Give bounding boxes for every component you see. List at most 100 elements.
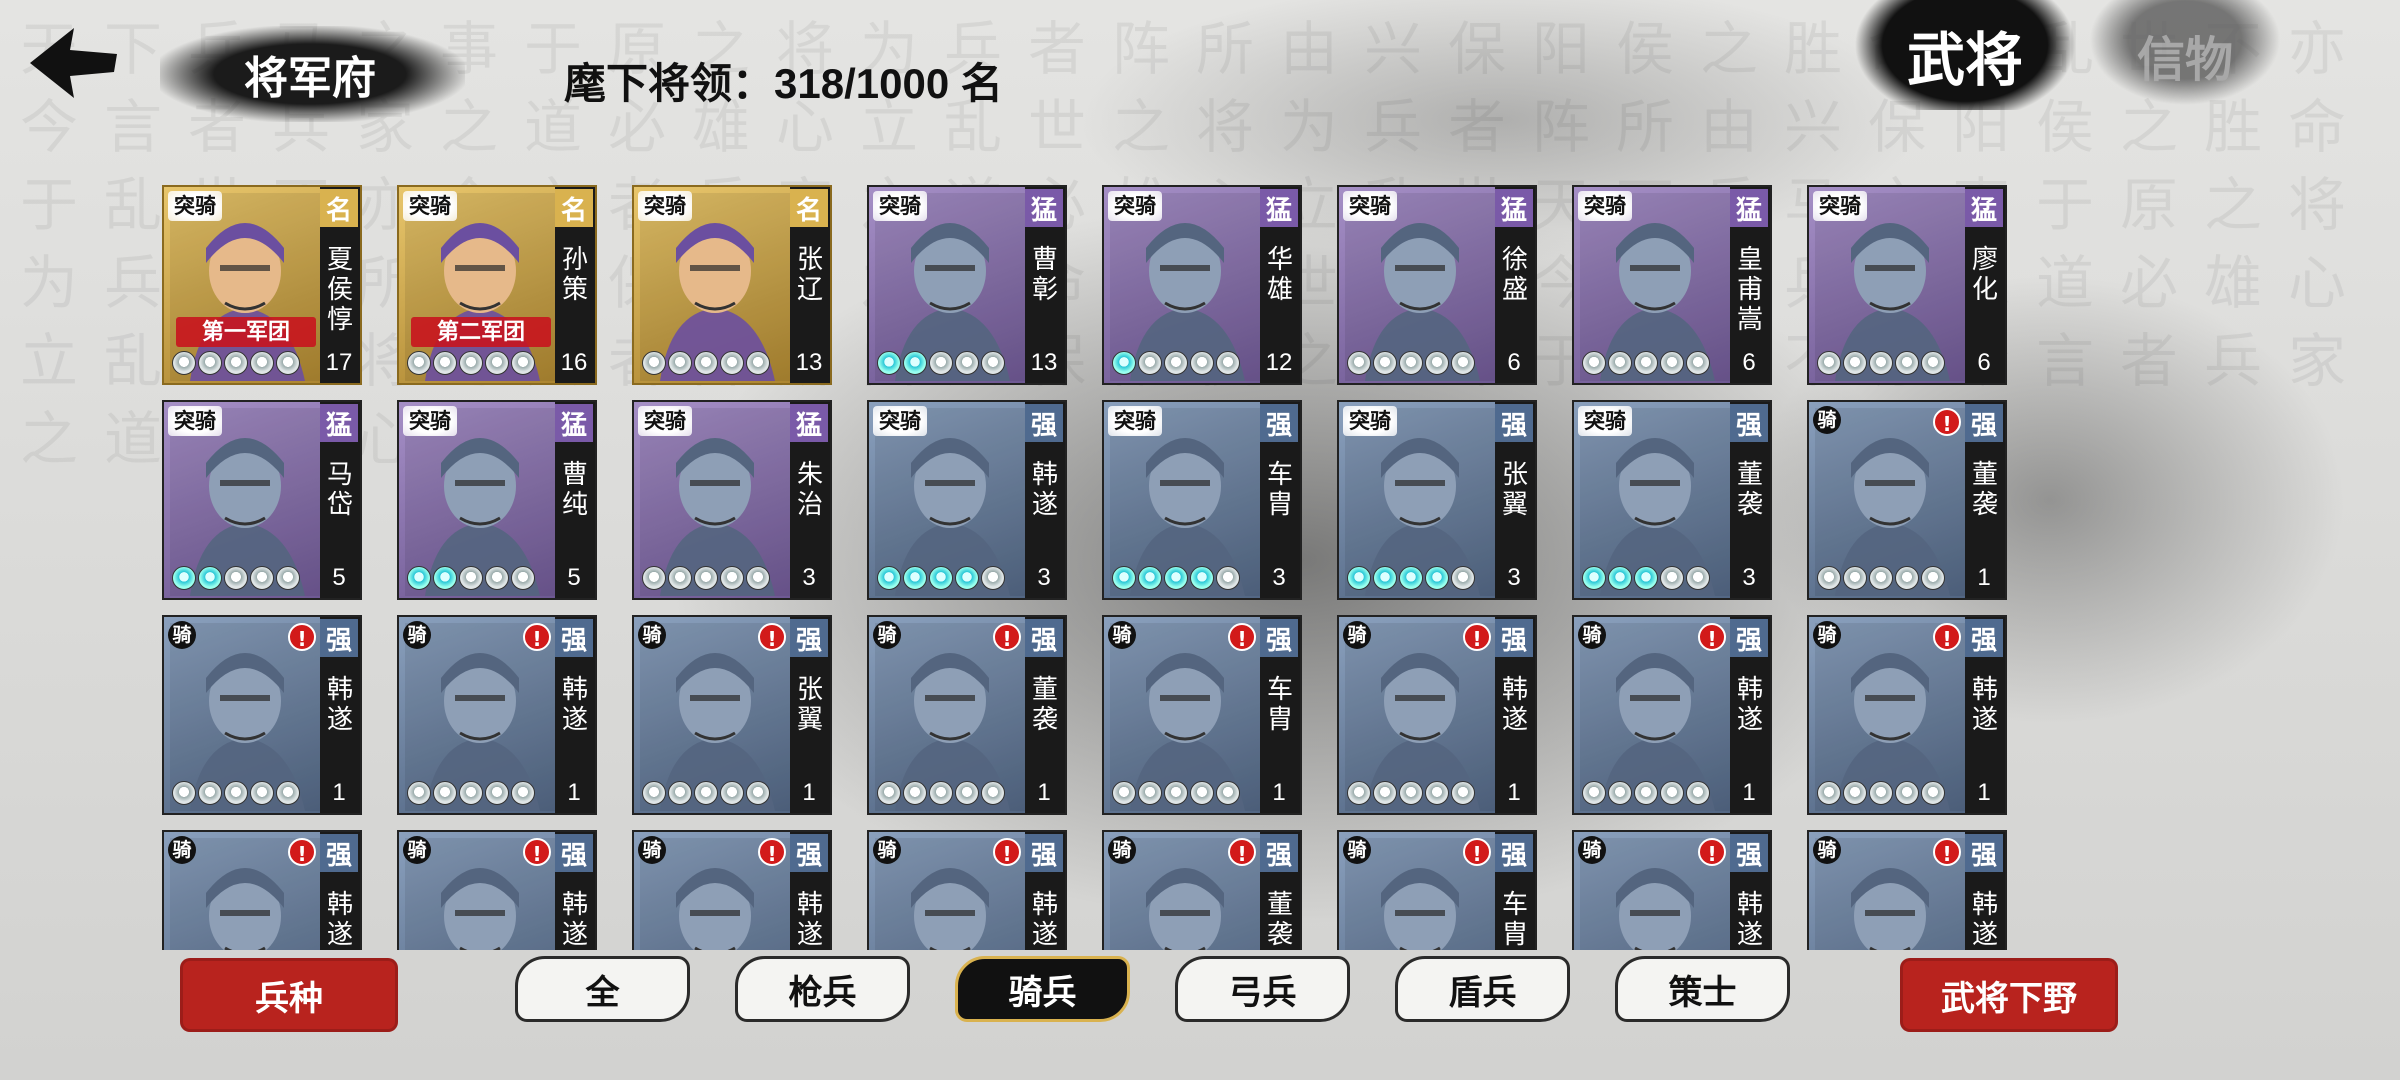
star-dot-icon [1634,566,1658,590]
general-card[interactable]: 强张翼 1 骑! [632,615,832,815]
star-dot-icon [877,566,901,590]
star-dot-icon [1843,566,1867,590]
star-row [172,566,300,590]
star-row [172,781,300,805]
general-card[interactable]: 强董袭 1 骑! [1807,400,2007,600]
star-dot-icon [1138,566,1162,590]
star-row [1112,351,1240,375]
general-card[interactable]: 强董袭 3 突骑 [1572,400,1772,600]
tier-badge: 猛 [790,404,828,442]
tier-badge: 猛 [320,404,358,442]
tier-badge: 强 [320,619,358,657]
alert-icon: ! [1933,838,1961,866]
general-card[interactable]: 猛曹纯 5 突骑 [397,400,597,600]
star-dot-icon [276,351,300,375]
star-dot-icon [459,566,483,590]
general-level: 1 [332,779,346,806]
filter-spear[interactable]: 枪兵 [735,956,910,1022]
general-level: 1 [1037,779,1051,806]
alert-icon: ! [758,838,786,866]
general-level: 1 [1977,564,1991,591]
general-card[interactable]: 强韩遂 1 骑! [397,615,597,815]
general-card[interactable]: 猛徐盛 6 突骑 [1337,185,1537,385]
general-name: 韩遂 [326,675,353,735]
general-card[interactable]: 强张翼 3 突骑 [1337,400,1537,600]
star-dot-icon [1347,781,1371,805]
general-card[interactable]: 猛曹彰 13 突骑 [867,185,1067,385]
general-name: 董袭 [1031,675,1058,735]
general-card[interactable]: 强车胄 1 骑! [1102,615,1302,815]
star-dot-icon [1686,351,1710,375]
unit-type-badge: 骑 [1813,836,1841,864]
filter-cavalry[interactable]: 骑兵 [955,956,1130,1022]
tab-tokens[interactable]: 信物 [2085,0,2285,110]
star-dot-icon [433,566,457,590]
general-card[interactable]: 强韩遂 骑! [162,830,362,950]
star-dot-icon [981,351,1005,375]
star-dot-icon [1921,351,1945,375]
general-card[interactable]: 猛华雄 12 突骑 [1102,185,1302,385]
star-row [1582,781,1710,805]
back-button[interactable] [22,18,122,108]
unit-type-badge: 突骑 [168,191,222,221]
troop-type-button[interactable]: 兵种 [180,958,398,1032]
general-name: 车胄 [1266,675,1293,735]
star-dot-icon [224,566,248,590]
filter-shield[interactable]: 盾兵 [1395,956,1570,1022]
general-card[interactable]: 名孙策 16 突骑 第二军团 [397,185,597,385]
star-dot-icon [459,351,483,375]
general-card[interactable]: 强韩遂 骑! [1572,830,1772,950]
alert-icon: ! [288,623,316,651]
star-dot-icon [1660,566,1684,590]
general-card[interactable]: 强车胄 3 突骑 [1102,400,1302,600]
general-card[interactable]: 猛皇甫嵩 6 突骑 [1572,185,1772,385]
general-card[interactable]: 名张辽 13 突骑 [632,185,832,385]
general-card[interactable]: 强韩遂 1 骑! [1807,615,2007,815]
star-row [642,566,770,590]
star-dot-icon [1216,351,1240,375]
star-dot-icon [1425,351,1449,375]
star-dot-icon [1634,351,1658,375]
star-dot-icon [694,566,718,590]
tier-badge: 强 [1965,404,2003,442]
filter-archer[interactable]: 弓兵 [1175,956,1350,1022]
general-card[interactable]: 强韩遂 骑! [632,830,832,950]
star-dot-icon [1451,781,1475,805]
unit-type-badge: 骑 [1813,406,1841,434]
star-row [1817,351,1945,375]
alert-icon: ! [523,623,551,651]
star-dot-icon [407,566,431,590]
general-card[interactable]: 强韩遂 3 突骑 [867,400,1067,600]
general-card[interactable]: 名夏侯惇 17 突骑 第一军团 [162,185,362,385]
filter-all[interactable]: 全 [515,956,690,1022]
general-card[interactable]: 强韩遂 骑! [397,830,597,950]
star-dot-icon [1373,351,1397,375]
general-card[interactable]: 猛朱治 3 突骑 [632,400,832,600]
unit-type-badge: 骑 [1813,621,1841,649]
star-dot-icon [746,781,770,805]
tier-badge: 强 [1025,404,1063,442]
general-card[interactable]: 强韩遂 1 骑! [162,615,362,815]
general-name: 张翼 [1501,460,1528,520]
general-card[interactable]: 强韩遂 骑! [867,830,1067,950]
general-level: 16 [560,349,588,376]
star-dot-icon [1399,566,1423,590]
dismiss-general-button[interactable]: 武将下野 [1900,958,2118,1032]
star-dot-icon [903,781,927,805]
general-card[interactable]: 强董袭 骑! [1102,830,1302,950]
general-name: 韩遂 [326,890,353,950]
general-card[interactable]: 强韩遂 1 骑! [1572,615,1772,815]
general-card[interactable]: 猛廖化 6 突骑 [1807,185,2007,385]
general-level: 1 [1272,779,1286,806]
filter-strategist[interactable]: 策士 [1615,956,1790,1022]
general-card[interactable]: 强韩遂 1 骑! [1337,615,1537,815]
tab-generals[interactable]: 武将 [1850,0,2080,110]
general-card[interactable]: 强韩遂 骑! [1807,830,2007,950]
star-dot-icon [276,781,300,805]
general-name: 曹纯 [561,460,588,520]
general-card[interactable]: 猛马岱 5 突骑 [162,400,362,600]
general-card[interactable]: 强车胄 骑! [1337,830,1537,950]
star-dot-icon [1216,781,1240,805]
general-card[interactable]: 强董袭 1 骑! [867,615,1067,815]
star-dot-icon [1817,566,1841,590]
